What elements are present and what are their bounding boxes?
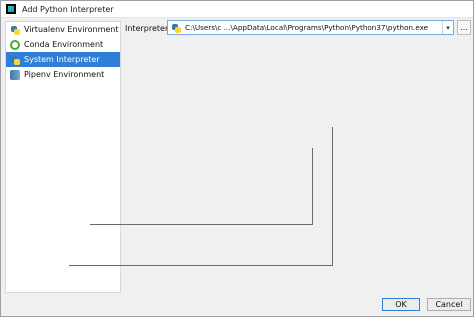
sidebar-item-pipenv[interactable]: Pipenv Environment bbox=[6, 67, 120, 82]
environment-type-list: Virtualenv Environment Conda Environment… bbox=[5, 21, 121, 293]
python-icon bbox=[10, 25, 20, 35]
interpreter-label: Interpreter: bbox=[125, 24, 171, 33]
interpreter-select[interactable]: C:\Users\c ...\AppData\Local\Programs\Py… bbox=[167, 20, 454, 35]
sidebar-item-conda[interactable]: Conda Environment bbox=[6, 37, 120, 52]
annotation-line bbox=[332, 127, 333, 266]
window-title: Add Python Interpreter bbox=[22, 4, 114, 14]
chevron-down-icon[interactable]: ▾ bbox=[442, 21, 453, 34]
sidebar-item-label: Pipenv Environment bbox=[24, 70, 105, 79]
sidebar-item-label: Virtualenv Environment bbox=[24, 25, 119, 34]
browse-button[interactable]: ... bbox=[457, 20, 471, 35]
annotation-line bbox=[312, 148, 313, 225]
interpreter-path: C:\Users\c ...\AppData\Local\Programs\Py… bbox=[185, 23, 429, 32]
cancel-button[interactable]: Cancel bbox=[427, 298, 471, 311]
conda-icon bbox=[10, 39, 20, 50]
sidebar-item-system-interpreter[interactable]: System Interpreter bbox=[6, 52, 120, 67]
ok-button[interactable]: OK bbox=[382, 298, 420, 311]
pycharm-icon bbox=[6, 4, 16, 14]
sidebar-item-virtualenv[interactable]: Virtualenv Environment bbox=[6, 22, 120, 37]
title-bar: Add Python Interpreter bbox=[1, 1, 473, 18]
pipenv-icon bbox=[10, 69, 20, 80]
sidebar-item-label: Conda Environment bbox=[24, 40, 104, 49]
sidebar-item-label: System Interpreter bbox=[24, 55, 100, 64]
add-python-interpreter-dialog: Add Python Interpreter Virtualenv Enviro… bbox=[0, 0, 474, 317]
python-icon bbox=[171, 23, 181, 33]
annotation-line bbox=[90, 224, 313, 225]
annotation-line bbox=[69, 265, 333, 266]
python-icon bbox=[10, 55, 20, 65]
